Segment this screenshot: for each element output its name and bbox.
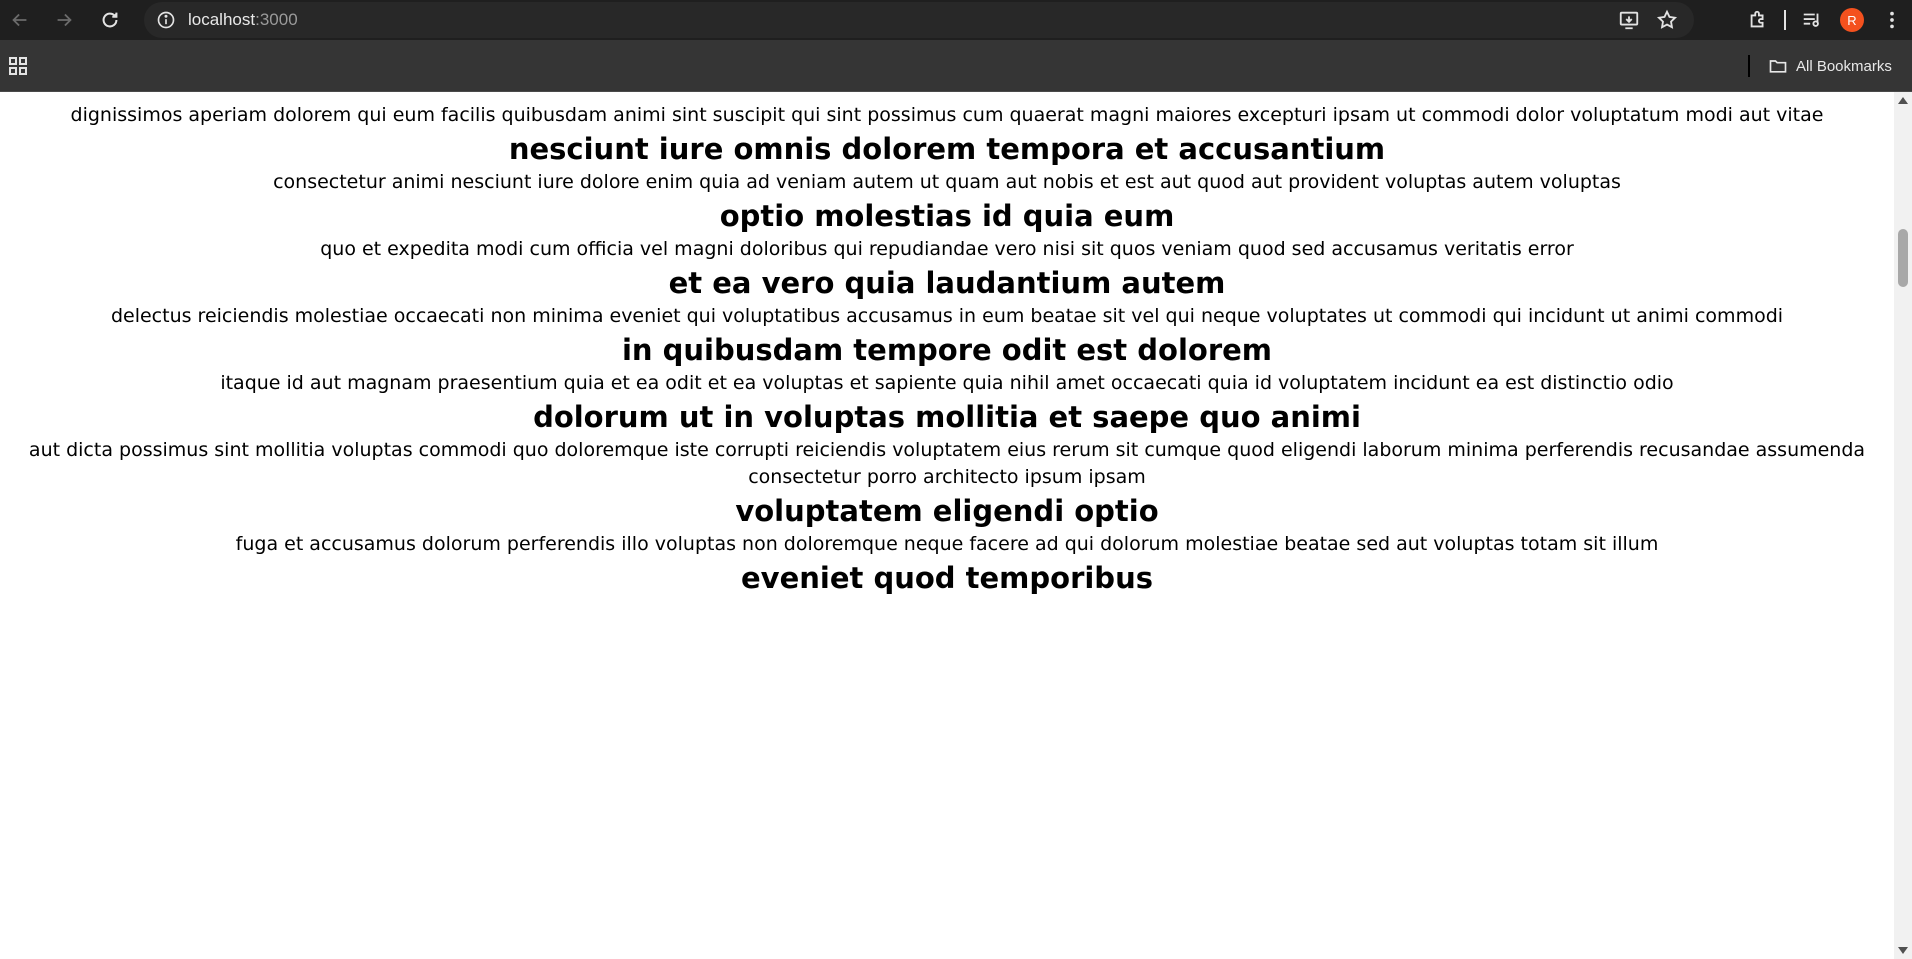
reload-icon	[102, 12, 118, 28]
scroll-up-arrow[interactable]	[1898, 97, 1908, 104]
scroll-thumb[interactable]	[1898, 229, 1908, 287]
queue-music-icon	[1803, 13, 1819, 27]
article: dignissimos aperiam dolorem qui eum faci…	[0, 92, 1894, 598]
arrow-right-icon	[57, 13, 72, 27]
bookmarks-bar: All Bookmarks	[0, 40, 1912, 92]
toolbar-divider	[1784, 10, 1786, 30]
bookmarks-divider	[1748, 55, 1750, 77]
article-heading: et ea vero quia laudantium autem	[668, 266, 1226, 300]
url-port: :3000	[255, 10, 298, 29]
arrow-left-icon	[12, 13, 27, 27]
omnibox-actions	[1618, 2, 1678, 38]
article-heading: dolorum ut in voluptas mollitia et saepe…	[533, 400, 1361, 434]
article-paragraph: fuga et accusamus dolorum perferendis il…	[235, 533, 1659, 555]
reload-button[interactable]	[92, 2, 128, 38]
menu-button[interactable]	[1872, 0, 1912, 40]
scroll-down-arrow[interactable]	[1898, 947, 1908, 954]
page-content: dignissimos aperiam dolorem qui eum faci…	[0, 92, 1894, 959]
media-controls-button[interactable]	[1792, 0, 1832, 40]
back-button[interactable]	[2, 2, 38, 38]
article-paragraph: consectetur animi nesciunt iure dolore e…	[273, 171, 1621, 193]
toolbar-right: R	[1738, 0, 1912, 40]
article-paragraph: itaque id aut magnam praesentium quia et…	[220, 372, 1674, 394]
bookmark-star-icon[interactable]	[1656, 9, 1678, 31]
article-paragraph: aut dicta possimus sint mollitia volupta…	[28, 439, 1866, 488]
url-host: localhost	[188, 10, 256, 29]
browser-toolbar: localhost:3000 R	[0, 0, 1912, 40]
article-heading: nesciunt iure omnis dolorem tempora et a…	[508, 132, 1386, 166]
url-text[interactable]: localhost:3000	[188, 10, 298, 30]
article-heading: in quibusdam tempore odit est dolorem	[621, 333, 1273, 367]
vertical-scrollbar[interactable]	[1894, 92, 1912, 959]
address-bar[interactable]: localhost:3000	[144, 2, 1694, 38]
article-paragraph: quo et expedita modi cum officia vel mag…	[320, 238, 1574, 260]
extensions-button[interactable]	[1738, 0, 1778, 40]
forward-button[interactable]	[46, 2, 82, 38]
profile-button[interactable]: R	[1832, 0, 1872, 40]
article-heading: voluptatem eligendi optio	[735, 494, 1159, 528]
avatar: R	[1840, 8, 1864, 32]
all-bookmarks-label: All Bookmarks	[1796, 57, 1892, 75]
article-paragraph: delectus reiciendis molestiae occaecati …	[110, 305, 1784, 327]
site-info-icon[interactable]	[156, 10, 176, 30]
article-paragraph: dignissimos aperiam dolorem qui eum faci…	[70, 104, 1824, 126]
folder-icon	[1769, 60, 1787, 73]
puzzle-icon	[1750, 10, 1764, 28]
article-heading: eveniet quod temporibus	[741, 561, 1153, 595]
article-heading: optio molestias id quia eum	[719, 199, 1175, 233]
all-bookmarks-button[interactable]: All Bookmarks	[1768, 53, 1892, 79]
install-app-icon[interactable]	[1618, 9, 1640, 31]
apps-grid-icon[interactable]	[8, 56, 28, 76]
kebab-menu-icon	[1890, 11, 1894, 29]
